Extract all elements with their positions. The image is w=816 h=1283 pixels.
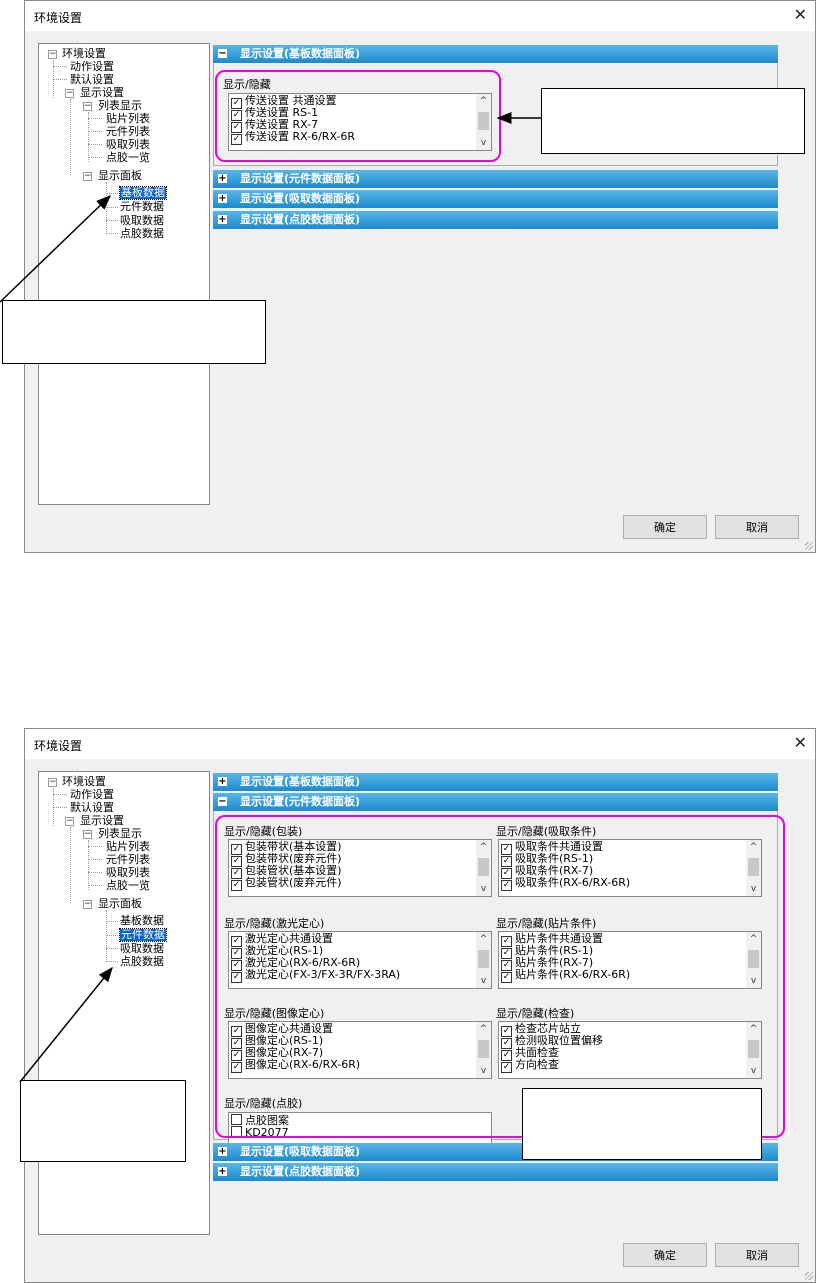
expand-icon[interactable]: + xyxy=(218,777,227,787)
dialog-title: 环境设置 xyxy=(34,11,83,25)
expand-icon[interactable]: + xyxy=(218,194,227,204)
collapse-icon[interactable]: − xyxy=(48,50,57,59)
tree-item-pickup-data[interactable]: 吸取数据 xyxy=(120,943,164,955)
title-bar: 环境设置 ✕ xyxy=(25,729,815,759)
dialog-environment-settings-1: 环境设置 ✕ − 环境设置 动作设置 默认设置 − 显示设置 − 列表显示 贴片… xyxy=(24,0,816,553)
tree-item-component-list[interactable]: 元件列表 xyxy=(106,126,150,138)
tree-item-component-data[interactable]: 元件数据 xyxy=(120,201,164,213)
tree-item-list-display[interactable]: 列表显示 xyxy=(98,828,142,840)
collapse-icon[interactable]: − xyxy=(65,89,74,98)
panel-header-pickup[interactable]: + 显示设置(吸取数据面板) xyxy=(213,190,778,208)
tree-item-component-data[interactable]: 元件数据 xyxy=(119,928,167,942)
tree-item-component-list[interactable]: 元件列表 xyxy=(106,854,150,866)
resize-grip-icon[interactable] xyxy=(805,542,813,550)
callout-box xyxy=(20,1080,186,1162)
close-icon[interactable]: ✕ xyxy=(794,733,807,752)
panel-header-dispense[interactable]: + 显示设置(点胶数据面板) xyxy=(213,211,778,229)
cancel-button[interactable]: 取消 xyxy=(715,515,799,539)
collapse-icon[interactable]: − xyxy=(83,830,92,839)
tree-item-default[interactable]: 默认设置 xyxy=(70,802,114,814)
ok-button[interactable]: 确定 xyxy=(623,515,707,539)
collapse-icon[interactable]: − xyxy=(218,49,227,59)
collapse-icon[interactable]: − xyxy=(83,102,92,111)
collapse-icon[interactable]: − xyxy=(218,797,227,807)
tree-item-dispense-data[interactable]: 点胶数据 xyxy=(120,228,164,240)
settings-tree: − 环境设置 动作设置 默认设置 − 显示设置 − 列表显示 贴片列表 元件列表… xyxy=(38,771,210,1235)
cancel-button[interactable]: 取消 xyxy=(715,1243,799,1267)
tree-item-mount-list[interactable]: 贴片列表 xyxy=(106,113,150,125)
callout-box xyxy=(2,300,266,364)
tree-item-display[interactable]: 显示设置 xyxy=(80,815,124,827)
tree-item-root[interactable]: 环境设置 xyxy=(62,48,106,60)
panel-header-board[interactable]: − 显示设置(基板数据面板) xyxy=(213,45,778,63)
panel-header-component[interactable]: + 显示设置(元件数据面板) xyxy=(213,170,778,188)
tree-item-action[interactable]: 动作设置 xyxy=(70,789,114,801)
tree-item-dispense-list[interactable]: 点胶一览 xyxy=(106,152,150,164)
dialog-environment-settings-2: 环境设置 ✕ − 环境设置 动作设置 默认设置 − 显示设置 − 列表显示 贴片… xyxy=(24,728,816,1283)
tree-item-board-data[interactable]: 基板数据 xyxy=(120,915,164,927)
collapse-icon[interactable]: − xyxy=(48,778,57,787)
ok-button[interactable]: 确定 xyxy=(623,1243,707,1267)
tree-item-display-panel[interactable]: 显示面板 xyxy=(98,898,142,910)
dialog-title: 环境设置 xyxy=(34,739,83,753)
tree-item-display-panel[interactable]: 显示面板 xyxy=(98,170,142,182)
tree-item-pickup-list[interactable]: 吸取列表 xyxy=(106,139,150,151)
tree-item-root[interactable]: 环境设置 xyxy=(62,776,106,788)
tree-item-list-display[interactable]: 列表显示 xyxy=(98,100,142,112)
collapse-icon[interactable]: − xyxy=(83,900,92,909)
tree-item-mount-list[interactable]: 贴片列表 xyxy=(106,841,150,853)
tree-item-action[interactable]: 动作设置 xyxy=(70,61,114,73)
collapse-icon[interactable]: − xyxy=(83,172,92,181)
expand-icon[interactable]: + xyxy=(218,1147,227,1157)
tree-item-default[interactable]: 默认设置 xyxy=(70,74,114,86)
highlight-frame xyxy=(215,70,501,162)
panel-header-component[interactable]: − 显示设置(元件数据面板) xyxy=(213,793,778,811)
tree-item-dispense-list[interactable]: 点胶一览 xyxy=(106,880,150,892)
tree-item-dispense-data[interactable]: 点胶数据 xyxy=(120,956,164,968)
expand-icon[interactable]: + xyxy=(218,1167,227,1177)
tree-item-board-data[interactable]: 基板数据 xyxy=(119,186,167,200)
expand-icon[interactable]: + xyxy=(218,215,227,225)
settings-tree: − 环境设置 动作设置 默认设置 − 显示设置 − 列表显示 贴片列表 元件列表… xyxy=(38,43,210,505)
expand-icon[interactable]: + xyxy=(218,174,227,184)
collapse-icon[interactable]: − xyxy=(65,817,74,826)
callout-box xyxy=(541,88,805,154)
tree-item-display[interactable]: 显示设置 xyxy=(80,87,124,99)
tree-item-pickup-data[interactable]: 吸取数据 xyxy=(120,215,164,227)
callout-box xyxy=(522,1088,762,1160)
panel-header-dispense[interactable]: + 显示设置(点胶数据面板) xyxy=(213,1163,778,1181)
panel-header-board[interactable]: + 显示设置(基板数据面板) xyxy=(213,773,778,791)
tree-item-pickup-list[interactable]: 吸取列表 xyxy=(106,867,150,879)
close-icon[interactable]: ✕ xyxy=(794,5,807,24)
resize-grip-icon[interactable] xyxy=(805,1272,813,1280)
title-bar: 环境设置 ✕ xyxy=(25,1,815,31)
